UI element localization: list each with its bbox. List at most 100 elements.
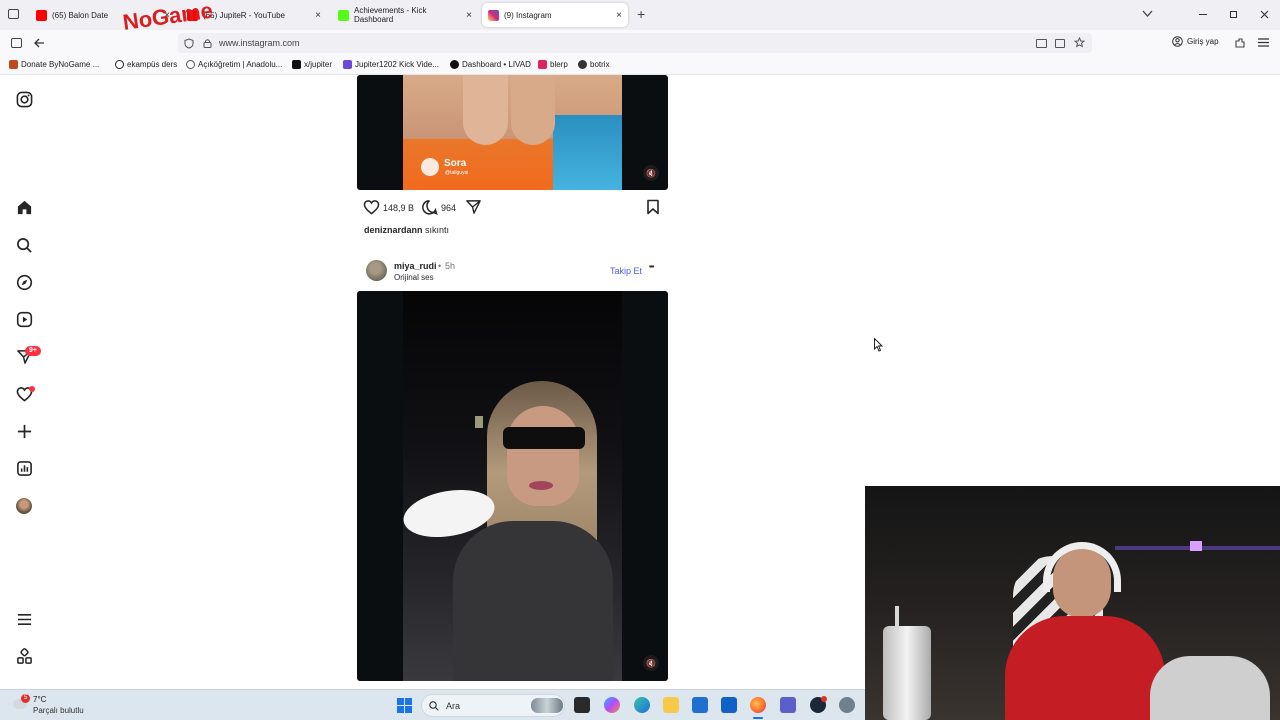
windows-logo-tile [397, 706, 404, 713]
url-text[interactable]: www.instagram.com [219, 38, 300, 48]
post2-video[interactable]: 🔇 [357, 291, 668, 681]
like-heart-icon[interactable] [363, 199, 380, 215]
caption-username[interactable]: deniznardann [364, 225, 423, 235]
picture-in-picture-icon[interactable] [1036, 39, 1047, 48]
instagram-logo-icon[interactable] [14, 89, 34, 109]
teams-icon[interactable] [780, 697, 796, 713]
post1-water-strip [553, 115, 622, 190]
restore-icon[interactable] [1230, 11, 1237, 18]
cam-light [1190, 541, 1202, 551]
post2-avatar[interactable] [366, 260, 387, 281]
notification-badge: 9+ [25, 346, 41, 356]
post2-lips [529, 481, 553, 490]
bookmarks-toolbar: Donate ByNoGame ... ekampüs ders Açıköğr… [0, 56, 1280, 75]
app-notification-dot [821, 696, 827, 702]
save-bookmark-icon[interactable] [646, 199, 660, 215]
search-highlight-image [531, 698, 563, 713]
explore-icon[interactable] [14, 272, 34, 292]
file-explorer-icon[interactable] [663, 697, 679, 713]
bookmark-star-icon[interactable] [1074, 37, 1085, 48]
close-tab-icon[interactable]: × [616, 10, 622, 21]
bookmark-acikogretim[interactable]: Açıköğretim | Anadolu... [186, 60, 282, 69]
instagram-favicon-icon [488, 9, 499, 21]
sora-handle: @tallguyai [445, 170, 469, 176]
account-icon [1172, 36, 1183, 47]
post2-sunglasses [503, 427, 585, 449]
dashboard-icon[interactable] [14, 458, 34, 478]
store-icon[interactable] [692, 697, 708, 713]
tab-instagram[interactable]: (9) Instagram × [482, 3, 628, 27]
copilot-icon[interactable] [604, 697, 620, 713]
bookmark-favicon-icon [9, 60, 18, 69]
create-plus-icon[interactable] [14, 421, 34, 441]
minimize-icon[interactable] [1199, 14, 1207, 15]
reels-icon[interactable] [14, 309, 34, 329]
sidebar-toggle-icon[interactable] [11, 38, 22, 48]
address-bar[interactable]: www.instagram.com [178, 33, 1092, 53]
post2-audio[interactable]: Orijinal ses [394, 273, 434, 282]
bookmark-donate-bynogame[interactable]: Donate ByNoGame ... [9, 60, 99, 69]
caption-text: sıkıntı [425, 225, 450, 235]
like-count[interactable]: 148,9 B [383, 203, 414, 213]
post1-caption: deniznardann sıkıntı [364, 225, 449, 235]
home-icon[interactable] [14, 197, 34, 217]
firefox-icon[interactable] [750, 697, 766, 713]
avatar-image [16, 498, 32, 514]
cam-grey-pants [1150, 656, 1270, 720]
close-window-icon[interactable] [1260, 10, 1269, 19]
mute-icon[interactable]: 🔇 [643, 655, 659, 671]
notification-dot [29, 386, 35, 392]
post2-time[interactable]: 5h [445, 261, 455, 271]
tracking-protection-shield-icon[interactable] [184, 38, 194, 49]
bookmark-favicon-icon [115, 60, 124, 69]
comment-count[interactable]: 964 [441, 203, 456, 213]
back-arrow-icon[interactable] [33, 37, 45, 49]
outlook-icon[interactable] [721, 697, 737, 713]
post1-finger-shape [463, 75, 508, 145]
weather-condition: Parçalı bulutlu [33, 706, 84, 715]
post2-username[interactable]: miya_rudi [394, 261, 437, 271]
close-tab-icon[interactable]: × [315, 10, 321, 21]
cam-tumbler-cup [883, 626, 931, 720]
bookmark-x-jupiter[interactable]: x/jupiter [292, 60, 332, 69]
post1-video[interactable]: Sora @tallguyai 🔇 [357, 75, 668, 190]
sora-watermark: Sora [444, 158, 467, 169]
taskbar-search-box[interactable]: Ara [421, 694, 565, 717]
task-view-icon[interactable] [574, 697, 590, 713]
botrix-icon [578, 60, 587, 69]
post-options-icon[interactable]: ••• [649, 264, 654, 271]
save-to-pocket-icon[interactable] [1055, 39, 1065, 48]
new-tab-button[interactable]: + [637, 6, 645, 22]
tab-kick-dashboard[interactable]: Achievements - Kick Dashboard × [332, 3, 478, 27]
sign-in-button[interactable]: Giriş yap [1172, 36, 1219, 47]
windows-logo-tile [397, 698, 404, 705]
share-icon[interactable] [465, 199, 482, 215]
list-tabs-icon[interactable] [1142, 10, 1153, 18]
start-button[interactable] [397, 698, 412, 713]
bookmark-blerp[interactable]: blerp [538, 60, 568, 69]
settings-gear-icon[interactable] [839, 697, 855, 713]
lock-icon[interactable] [203, 38, 212, 48]
edge-icon[interactable] [634, 697, 650, 713]
bookmark-kick-videos[interactable]: Jupiter1202 Kick Vide... [343, 60, 439, 69]
app-menu-icon[interactable] [1258, 38, 1269, 47]
mute-icon[interactable]: 🔇 [643, 165, 659, 181]
profile-avatar[interactable] [14, 496, 34, 516]
bookmark-favicon-icon [450, 60, 459, 69]
kick-favicon-icon [338, 9, 349, 21]
windows-logo-tile [405, 698, 412, 705]
more-menu-icon[interactable] [14, 609, 34, 629]
active-app-indicator [753, 717, 763, 719]
extensions-icon[interactable] [1234, 37, 1246, 49]
post1-finger-shape [511, 75, 555, 145]
follow-button[interactable]: Takip Et [610, 266, 642, 276]
close-tab-icon[interactable]: × [466, 10, 472, 21]
search-icon[interactable] [14, 235, 34, 255]
comment-icon[interactable] [421, 199, 438, 215]
bookmark-botrix[interactable]: botrix [578, 60, 610, 69]
bookmark-ekampus[interactable]: ekampüs ders [115, 60, 177, 69]
weather-widget[interactable]: 5 7°C Parçalı bulutlu [10, 693, 100, 719]
tab-overview-icon[interactable] [8, 9, 19, 19]
bookmark-livad-dashboard[interactable]: Dashboard • LIVAD [450, 60, 531, 69]
also-from-meta-icon[interactable] [14, 646, 34, 666]
